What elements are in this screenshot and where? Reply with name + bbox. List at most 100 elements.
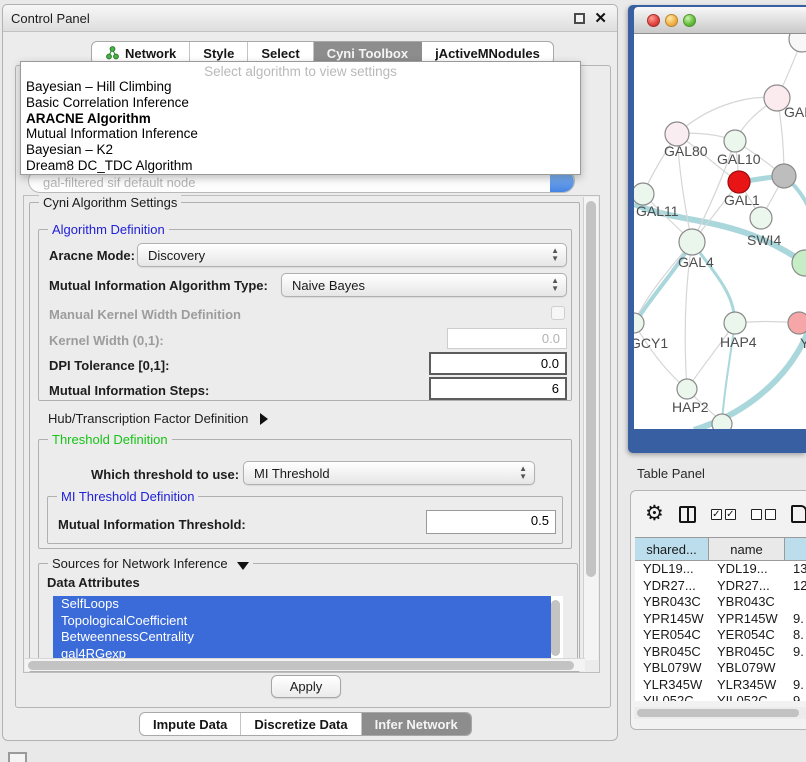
network-node-node-top-partial[interactable] — [789, 34, 806, 52]
table-horizontal-scrollbar[interactable] — [634, 707, 806, 719]
node-label-GAL11: GAL11 — [636, 203, 679, 219]
table-cell: YDL19... — [709, 561, 785, 578]
data-attribute-item[interactable]: TopologicalCoefficient — [53, 613, 551, 630]
network-node-GAL10[interactable] — [724, 130, 746, 152]
zoom-traffic-light[interactable] — [683, 14, 696, 27]
network-node-GAL11[interactable] — [634, 183, 654, 205]
algorithm-option[interactable]: Basic Correlation Inference — [21, 95, 580, 111]
bottom-tabbar: Impute DataDiscretize DataInfer Network — [139, 712, 472, 736]
column-header[interactable]: shared... — [635, 538, 709, 560]
kernel-width-field[interactable]: 0.0 — [447, 328, 567, 349]
table-cell: YLR345W — [709, 677, 785, 694]
combo-arrows-icon: ▲▼ — [551, 277, 559, 293]
tab-discretize-data[interactable]: Discretize Data — [241, 713, 361, 735]
network-node-node-gray[interactable] — [772, 164, 796, 188]
table-row[interactable]: YBR043CYBR043C — [635, 594, 806, 611]
dpi-tolerance-field[interactable]: 0.0 — [429, 352, 567, 375]
aracne-mode-value: Discovery — [148, 248, 205, 263]
tab-label: Network — [125, 46, 176, 61]
gear-icon[interactable]: ⚙ — [645, 504, 664, 524]
settings-horizontal-scrollbar[interactable] — [25, 658, 585, 671]
network-node-GAL1[interactable] — [728, 171, 750, 193]
data-attribute-item[interactable]: SelfLoops — [53, 596, 551, 613]
mi-threshold-field[interactable]: 0.5 — [426, 510, 556, 534]
table-cell: YDL19... — [635, 561, 709, 578]
close-traffic-light[interactable] — [647, 14, 660, 27]
table-row[interactable]: YPR145WYPR145W9. — [635, 611, 806, 628]
algorithm-dropdown-popup: Select algorithm to view settings Bayesi… — [20, 61, 581, 175]
tab-impute-data[interactable]: Impute Data — [140, 713, 241, 735]
node-label-GAL10: GAL10 — [717, 151, 761, 167]
tab-infer-network[interactable]: Infer Network — [362, 713, 471, 735]
algorithm-option[interactable]: Bayesian – Hill Climbing — [21, 79, 580, 95]
table-cell: YER054C — [635, 627, 709, 644]
table-cell: 9 — [785, 693, 806, 701]
table-panel-title: Table Panel — [637, 466, 705, 481]
network-node-SWI4[interactable] — [750, 207, 772, 229]
algorithm-option[interactable]: Mutual Information Inference — [21, 126, 580, 142]
node-label-HAP2: HAP2 — [672, 399, 709, 415]
expanded-arrow-icon[interactable] — [237, 562, 249, 570]
network-window-titlebar[interactable] — [634, 7, 806, 34]
table-row[interactable]: YDR27...YDR27...12 — [635, 578, 806, 595]
combo-arrows-icon: ▲▼ — [551, 247, 559, 263]
table-row[interactable]: YBR045CYBR045C9. — [635, 644, 806, 661]
scrollbar-thumb[interactable] — [28, 661, 574, 670]
node-label-GAL4: GAL4 — [678, 254, 714, 270]
column-header[interactable]: name — [709, 538, 785, 560]
node-label-SWI4: SWI4 — [747, 232, 781, 248]
scrollbar-thumb[interactable] — [586, 201, 596, 577]
settings-vertical-scrollbar[interactable] — [583, 197, 598, 660]
aracne-mode-label: Aracne Mode: — [49, 248, 135, 263]
select-all-columns-button[interactable]: ✓ ✓ — [711, 509, 736, 520]
table-cell: YPR145W — [635, 611, 709, 628]
network-node-HAP2[interactable] — [677, 379, 697, 399]
hub-tf-definition-toggle[interactable]: Hub/Transcription Factor Definition — [48, 411, 268, 426]
table-row[interactable]: YER054CYER054C8. — [635, 627, 806, 644]
close-icon[interactable]: ✕ — [594, 9, 607, 27]
settings-scroll-area: Cyni Algorithm Settings Algorithm Defini… — [23, 195, 600, 673]
control-panel-window: Control Panel ✕ NetworkStyleSelectCyni T… — [2, 4, 618, 741]
document-icon[interactable] — [791, 505, 806, 523]
network-node-GCY1[interactable] — [634, 313, 644, 333]
mi-threshold-label: Mutual Information Threshold: — [58, 517, 246, 532]
column-header[interactable] — [785, 538, 806, 560]
apply-button[interactable]: Apply — [271, 675, 341, 698]
table-cell: YBR043C — [709, 594, 785, 611]
minimized-panel-icon[interactable] — [8, 752, 27, 762]
table-cell: YPR145W — [709, 611, 785, 628]
which-threshold-combobox[interactable]: MI Threshold ▲▼ — [243, 461, 535, 485]
panel-title: Control Panel — [11, 11, 90, 26]
algorithm-option[interactable]: Dream8 DC_TDC Algorithm — [21, 158, 580, 174]
table-row[interactable]: YIL052CYIL052C9 — [635, 693, 806, 701]
kernel-width-label: Kernel Width (0,1): — [49, 333, 164, 348]
network-node-node-bottom-partial[interactable] — [712, 414, 732, 429]
float-window-icon[interactable] — [574, 13, 585, 24]
network-canvas[interactable]: GALGAL80GAL10GAL1GAL11SWI4GAL4GCY1HAP4YH… — [634, 34, 806, 429]
table-row[interactable]: YLR345WYLR345W9. — [635, 677, 806, 694]
scrollbar-thumb[interactable] — [637, 709, 799, 717]
table-toolbar: ⚙ ✓ ✓ — [631, 491, 806, 537]
table-cell: YLR345W — [635, 677, 709, 694]
data-attribute-item[interactable]: BetweennessCentrality — [53, 629, 551, 646]
aracne-mode-combobox[interactable]: Discovery ▲▼ — [137, 243, 567, 267]
algorithm-option[interactable]: ARACNE Algorithm — [21, 111, 580, 127]
list-scrollbar[interactable] — [551, 600, 560, 656]
tab-label: Style — [203, 46, 234, 61]
table-row[interactable]: YBL079WYBL079W — [635, 660, 806, 677]
threshold-definition-group: Threshold Definition Which threshold to … — [38, 439, 572, 549]
algorithm-option[interactable]: Bayesian – K2 — [21, 142, 580, 158]
table-row[interactable]: YDL19...YDL19...13 — [635, 561, 806, 578]
minimize-traffic-light[interactable] — [665, 14, 678, 27]
unselect-all-columns-button[interactable] — [751, 509, 776, 520]
mi-steps-field[interactable]: 6 — [429, 377, 567, 400]
network-node-GAL4[interactable] — [679, 229, 705, 255]
manual-kernel-width-checkbox[interactable] — [551, 306, 565, 320]
cyni-algorithm-settings-group: Cyni Algorithm Settings Algorithm Defini… — [29, 202, 580, 672]
hub-tf-definition-label: Hub/Transcription Factor Definition — [48, 411, 248, 426]
mi-algorithm-type-combobox[interactable]: Naive Bayes ▲▼ — [281, 273, 567, 297]
network-node-HAP4[interactable] — [724, 312, 746, 334]
node-label-HAP4: HAP4 — [720, 334, 757, 350]
network-node-node-salmon[interactable] — [788, 312, 806, 334]
column-layout-icon[interactable] — [679, 506, 696, 523]
